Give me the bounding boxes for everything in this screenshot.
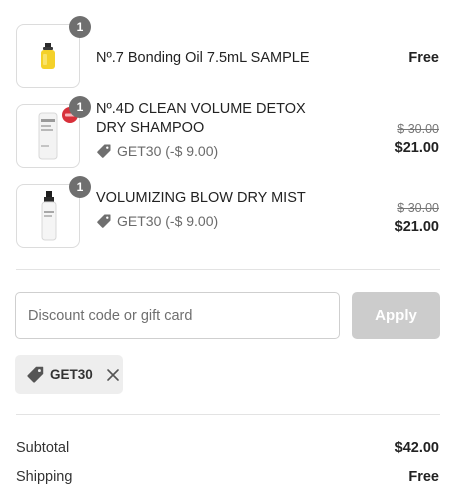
oil-bottle-icon — [41, 43, 55, 69]
divider — [16, 414, 440, 415]
discount-code-input[interactable] — [15, 292, 340, 339]
product-thumbnail: 1 — [16, 176, 91, 248]
apply-button[interactable]: Apply — [352, 292, 440, 339]
line-item: 1 VOLUMIZING BLOW DRY MIST GET30 (-$ 9.0… — [0, 176, 455, 254]
original-price: $ 30.00 — [397, 122, 439, 136]
discount-allocation: GET30 (-$ 9.00) — [96, 212, 218, 230]
product-price: $21.00 — [394, 140, 439, 156]
quantity-badge: 1 — [69, 16, 91, 38]
discount-label: GET30 (-$ 9.00) — [117, 213, 219, 229]
tag-icon — [27, 366, 44, 383]
product-name: Nº.7 Bonding Oil 7.5mL SAMPLE — [96, 50, 310, 66]
discount-label: GET30 (-$ 9.00) — [117, 143, 219, 159]
product-thumbnail: 1 — [16, 96, 91, 168]
applied-code-label: GET30 — [50, 367, 93, 382]
product-name: VOLUMIZING BLOW DRY MIST — [96, 190, 306, 206]
subtotal-label: Subtotal — [16, 440, 70, 456]
product-name: Nº.4D CLEAN VOLUME DETOX DRY SHAMPOO — [96, 101, 306, 136]
original-price: $ 30.00 — [397, 201, 439, 215]
line-item: 1 Nº.4D CLEAN VOLUME DETOX DRY SHAMPOO G… — [0, 96, 455, 174]
shipping-value: Free — [408, 469, 439, 485]
shipping-label: Shipping — [16, 469, 73, 485]
quantity-badge: 1 — [69, 96, 91, 118]
product-price: Free — [408, 50, 439, 66]
discount-allocation: GET30 (-$ 9.00) — [96, 142, 218, 160]
product-price: $21.00 — [394, 219, 439, 235]
product-thumbnail: 1 — [16, 16, 91, 88]
quantity-badge: 1 — [69, 176, 91, 198]
subtotal-value: $42.00 — [394, 440, 439, 456]
divider — [16, 269, 440, 270]
tag-icon — [97, 144, 111, 158]
applied-discount-chip: GET30 — [15, 355, 123, 394]
tag-icon — [97, 214, 111, 228]
line-item: 1 Nº.7 Bonding Oil 7.5mL SAMPLE Free — [0, 16, 455, 94]
close-icon[interactable] — [106, 368, 120, 382]
mist-spray-bottle-icon — [41, 191, 57, 241]
